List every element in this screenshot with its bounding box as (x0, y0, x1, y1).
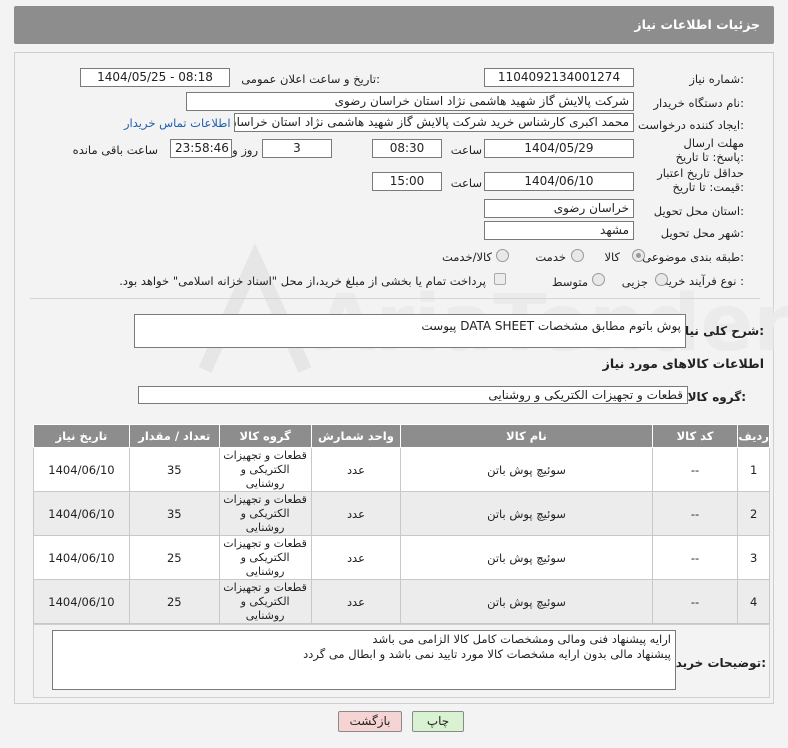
announce-label: تاریخ و ساعت اعلان عمومی: (241, 72, 380, 86)
table-row: 1404/06/10 25 قطعات و تجهیزات الکتریکی و… (33, 535, 770, 580)
price-date-field: 1404/06/10 (484, 172, 634, 191)
buyer-field: شرکت پالایش گاز شهید هاشمی نژاد استان خر… (186, 92, 634, 111)
cell-qty: 35 (128, 491, 220, 536)
cell-date: 1404/06/10 (33, 535, 130, 580)
description-textarea: پوش باتوم مطابق مشخصات DATA SHEET پیوست (134, 314, 686, 348)
buyer-contact-link[interactable]: اطلاعات تماس خریدار (124, 116, 231, 130)
cell-row: 2 (737, 491, 770, 536)
col-name: نام کالا (400, 424, 653, 448)
process-radio-minor[interactable] (655, 273, 668, 286)
category-label: طبقه بندی موضوعی: (642, 250, 744, 264)
price-time-label: ساعت (450, 176, 482, 190)
col-unit: واحد شمارش (310, 424, 402, 448)
col-quantity: تعداد / مقدار (128, 424, 220, 448)
back-button[interactable]: بازگشت (338, 711, 402, 732)
goods-section-title: اطلاعات کالاهای مورد نیاز (602, 356, 764, 371)
cell-row: 1 (737, 447, 770, 492)
cell-row: 4 (737, 579, 770, 624)
cell-name: سوئیچ پوش باتن (400, 491, 653, 536)
cell-unit: عدد (310, 447, 402, 492)
cell-qty: 25 (128, 579, 220, 624)
category-service-label: خدمت (535, 250, 566, 264)
buyer-notes-line1: ارایه پیشنهاد فنی ومالی ومشخصات کامل کال… (372, 632, 671, 646)
price-time-field: 15:00 (372, 172, 442, 191)
creator-field: محمد اکبری کارشناس خرید شرکت پالایش گاز … (234, 113, 634, 132)
col-need-date: تاریخ نیاز (33, 424, 130, 448)
category-goods-label: کالا (604, 250, 620, 264)
treasury-payment-text: پرداخت تمام یا بخشی از مبلغ خرید،از محل … (119, 274, 486, 288)
category-both-label: کالا/خدمت (441, 250, 492, 264)
goods-group-label: گروه کالا: (687, 390, 746, 404)
cell-code: -- (651, 491, 739, 536)
print-button[interactable]: چاپ (412, 711, 464, 732)
cell-date: 1404/06/10 (33, 447, 130, 492)
col-row: ردیف (737, 424, 770, 448)
process-label: نوع فرآیند خرید : (662, 274, 744, 288)
category-radio-service[interactable] (571, 249, 584, 262)
days-label: روز و (232, 143, 258, 157)
cell-unit: عدد (310, 535, 402, 580)
announce-field: 1404/05/25 - 08:18 (80, 68, 230, 87)
cell-code: -- (651, 535, 739, 580)
cell-name: سوئیچ پوش باتن (400, 535, 653, 580)
deadline-time-field: 08:30 (372, 139, 442, 158)
remaining-label: ساعت باقی مانده (72, 143, 158, 157)
cell-group: قطعات و تجهیزات الکتریکی و روشنایی (218, 535, 312, 580)
cell-unit: عدد (310, 491, 402, 536)
deadline-label: مهلت ارسال پاسخ: تا تاریخ: (675, 136, 744, 164)
remaining-field: 23:58:46 (170, 139, 232, 158)
treasury-payment-checkbox[interactable] (494, 273, 506, 285)
cell-unit: عدد (310, 579, 402, 624)
cell-qty: 25 (128, 535, 220, 580)
buyer-notes-line2: پیشنهاد مالی بدون ارایه مشخصات کالا مورد… (303, 647, 671, 661)
need-number-label: شماره نیاز: (689, 72, 744, 86)
buyer-label: نام دستگاه خریدار: (653, 96, 744, 110)
divider (30, 298, 760, 299)
province-field: خراسان رضوی (484, 199, 634, 218)
process-minor-label: جزیی (621, 275, 648, 289)
cell-group: قطعات و تجهیزات الکتریکی و روشنایی (218, 447, 312, 492)
city-field: مشهد (484, 221, 634, 240)
buyer-notes-label: توضیحات خریدار: (664, 656, 766, 670)
process-radio-medium[interactable] (592, 273, 605, 286)
city-label: شهر محل تحویل: (660, 226, 744, 240)
cell-date: 1404/06/10 (33, 491, 130, 536)
table-row: 1404/06/10 35 قطعات و تجهیزات الکتریکی و… (33, 447, 770, 492)
goods-table: تاریخ نیاز تعداد / مقدار گروه کالا واحد … (33, 424, 770, 624)
need-number-field: 1104092134001274 (484, 68, 634, 87)
province-label: استان محل تحویل: (653, 204, 744, 218)
category-radio-both[interactable] (496, 249, 509, 262)
deadline-time-label: ساعت (450, 143, 482, 157)
cell-code: -- (651, 579, 739, 624)
price-validity-label: حداقل تاریخ اعتبار قیمت: تا تاریخ: (657, 166, 744, 194)
cell-date: 1404/06/10 (33, 579, 130, 624)
deadline-date-field: 1404/05/29 (484, 139, 634, 158)
process-medium-label: متوسط (551, 275, 588, 289)
goods-group-field: قطعات و تجهیزات الکتریکی و روشنایی (138, 386, 688, 404)
cell-code: -- (651, 447, 739, 492)
cell-name: سوئیچ پوش باتن (400, 447, 653, 492)
cell-group: قطعات و تجهیزات الکتریکی و روشنایی (218, 491, 312, 536)
col-group: گروه کالا (218, 424, 312, 448)
cell-group: قطعات و تجهیزات الکتریکی و روشنایی (218, 579, 312, 624)
creator-label: ایجاد کننده درخواست: (638, 118, 744, 132)
cell-row: 3 (737, 535, 770, 580)
table-row: 1404/06/10 25 قطعات و تجهیزات الکتریکی و… (33, 579, 770, 624)
buyer-notes-textarea: ارایه پیشنهاد فنی ومالی ومشخصات کامل کال… (52, 630, 676, 690)
col-code: کد کالا (651, 424, 739, 448)
page-title: جزئیات اطلاعات نیاز (634, 17, 760, 32)
cell-qty: 35 (128, 447, 220, 492)
category-radio-goods[interactable] (632, 249, 645, 262)
description-label: شرح کلی نیاز: (678, 324, 764, 338)
days-field: 3 (262, 139, 332, 158)
cell-name: سوئیچ پوش باتن (400, 579, 653, 624)
table-row: 1404/06/10 35 قطعات و تجهیزات الکتریکی و… (33, 491, 770, 536)
